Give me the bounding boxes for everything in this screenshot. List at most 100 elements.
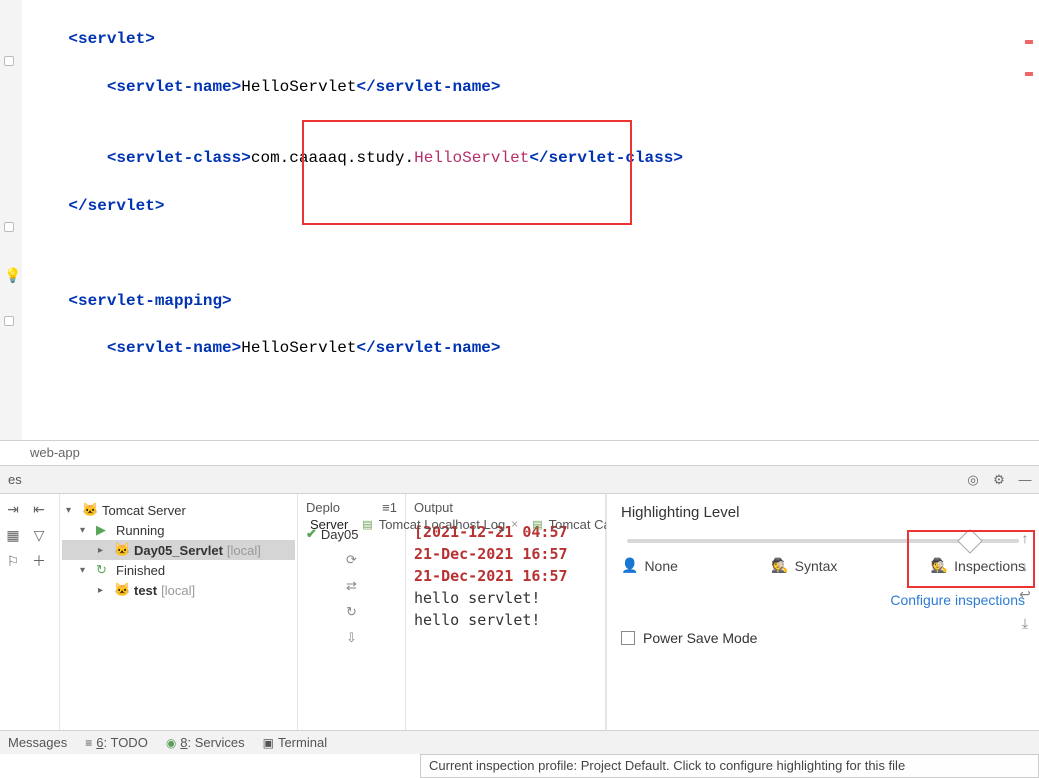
fold-icon[interactable]	[4, 56, 14, 66]
toolwindow-services[interactable]: ◉ 8: Services	[166, 735, 245, 750]
tab-label: Tomcat Localhost Log	[379, 517, 505, 532]
gear-icon[interactable]: ⚙	[991, 472, 1007, 488]
swap-icon[interactable]: ⇄	[346, 578, 357, 594]
deploy-icon[interactable]: ⇩	[346, 630, 357, 646]
highlighting-popup: Highlighting Level 👤 None 🕵 Syntax 🕵 Ins…	[606, 494, 1039, 732]
toolwindow-todo[interactable]: ≡ 6: TODO	[85, 735, 148, 750]
toolwindow-label: 8: Services	[180, 735, 244, 750]
refresh-icon: ↻	[96, 562, 112, 578]
tree-tomcat-server[interactable]: ▾ 🐱 Tomcat Server	[62, 500, 295, 520]
chevron-right-icon[interactable]: ▸	[98, 585, 110, 596]
close-icon[interactable]: ×	[511, 517, 518, 531]
code-line[interactable]: </servlet>	[30, 195, 1039, 219]
code-line[interactable]: <servlet-class>com.caaaaq.study.HelloSer…	[30, 147, 1039, 171]
tree-project[interactable]: ▸ 🐱 Day05_Servlet [local]	[62, 540, 295, 560]
log-icon: ▤	[362, 518, 372, 531]
code-line[interactable]	[30, 123, 1039, 147]
tomcat-icon: 🐱	[114, 582, 130, 598]
person-icon: 👤	[621, 557, 638, 574]
down-icon[interactable]: ↓	[1022, 558, 1029, 574]
grid-icon[interactable]: ▦	[4, 526, 22, 544]
console-line: hello servlet!	[414, 587, 597, 609]
wrap-icon[interactable]: ↩	[1019, 586, 1031, 603]
detective-icon: 🕵	[771, 557, 788, 574]
code-line[interactable]: <servlet-name>HelloServlet</servlet-name…	[30, 76, 1039, 100]
level-label: None	[644, 558, 677, 574]
highlighting-slider[interactable]	[627, 539, 1019, 543]
tab-localhost-log[interactable]: ▤ Tomcat Localhost Log ×	[362, 517, 518, 532]
console-line: 21-Dec-2021 16:57	[414, 543, 597, 565]
tree-finished[interactable]: ▾ ↻ Finished	[62, 560, 295, 580]
configure-inspections-link[interactable]: Configure inspections	[621, 592, 1025, 608]
update-icon[interactable]: ⟳	[346, 552, 357, 568]
error-mark[interactable]	[1025, 40, 1033, 44]
level-none[interactable]: 👤 None	[621, 557, 678, 574]
toolwindow-terminal[interactable]: ▣ Terminal	[263, 735, 327, 750]
expand-icon[interactable]: ⇥	[4, 500, 22, 518]
bulb-icon[interactable]: 💡	[4, 266, 18, 280]
run-icon: ▶	[96, 522, 112, 538]
checkbox-icon[interactable]	[621, 631, 635, 645]
breadcrumb[interactable]: web-app	[0, 440, 1039, 466]
chevron-down-icon[interactable]: ▾	[80, 565, 92, 576]
error-mark[interactable]	[1025, 72, 1033, 76]
list-icon: ≡	[85, 736, 92, 750]
toolwindow-bar: Messages ≡ 6: TODO ◉ 8: Services ▣ Termi…	[0, 730, 1039, 754]
tomcat-icon: 🐱	[114, 542, 130, 558]
chevron-down-icon[interactable]: ▾	[66, 505, 78, 516]
fold-icon[interactable]	[4, 222, 14, 232]
editor-gutter: 💡	[0, 0, 22, 440]
bookmark-icon[interactable]: ⚐	[4, 552, 22, 570]
tree-label: Tomcat Server	[102, 503, 186, 518]
services-icon: ◉	[166, 736, 176, 750]
scroll-icon[interactable]: ⤓	[1022, 615, 1028, 632]
code-line[interactable]	[30, 171, 1039, 195]
minimize-icon[interactable]: —	[1017, 472, 1033, 488]
services-tree[interactable]: ▾ 🐱 Tomcat Server ▾ ▶ Running ▸ 🐱 Day05_…	[60, 494, 298, 732]
level-syntax[interactable]: 🕵 Syntax	[771, 557, 837, 574]
code-line[interactable]	[30, 314, 1039, 338]
checkbox-label: Power Save Mode	[643, 630, 757, 646]
filter-icon[interactable]: ▽	[30, 526, 48, 544]
fold-icon[interactable]	[4, 316, 14, 326]
tab-label: Server	[310, 517, 348, 532]
tree-label: Finished	[116, 563, 165, 578]
toolwindow-label: Terminal	[278, 735, 327, 750]
tree-suffix: [local]	[227, 543, 261, 558]
plus-icon[interactable]: ＋	[30, 552, 48, 570]
power-save-mode-checkbox[interactable]: Power Save Mode	[621, 630, 1025, 646]
panel-title: es	[6, 472, 22, 487]
code-line[interactable]	[30, 385, 1039, 409]
popup-title: Highlighting Level	[621, 504, 1025, 521]
code-line[interactable]	[30, 242, 1039, 266]
code-line[interactable]	[30, 361, 1039, 385]
reload-icon[interactable]: ↻	[346, 604, 357, 620]
chevron-right-icon[interactable]: ▸	[98, 545, 110, 556]
toolwindow-messages[interactable]: Messages	[8, 735, 67, 750]
output-side-toolbar: ↑ ↓ ↩ ⤓	[1011, 530, 1039, 632]
code-line[interactable]: <servlet-mapping>	[30, 290, 1039, 314]
error-stripe[interactable]	[1025, 30, 1035, 430]
code-line[interactable]	[30, 218, 1039, 242]
up-icon[interactable]: ↑	[1022, 530, 1029, 546]
toolwindow-label: Messages	[8, 735, 67, 750]
tree-label: Running	[116, 523, 164, 538]
tree-running[interactable]: ▾ ▶ Running	[62, 520, 295, 540]
status-tooltip: Current inspection profile: Project Defa…	[420, 754, 1039, 778]
collapse-icon[interactable]: ⇤	[30, 500, 48, 518]
chevron-down-icon[interactable]: ▾	[80, 525, 92, 536]
slider-thumb[interactable]	[957, 528, 982, 553]
tree-suffix: [local]	[161, 583, 195, 598]
services-panel-header: es ◎ ⚙ —	[0, 466, 1039, 494]
target-icon[interactable]: ◎	[965, 472, 981, 488]
code-line[interactable]: <servlet>	[30, 28, 1039, 52]
tree-test[interactable]: ▸ 🐱 test [local]	[62, 580, 295, 600]
breadcrumb-item[interactable]: web-app	[30, 445, 80, 460]
console-line: 21-Dec-2021 16:57	[414, 565, 597, 587]
code-editor[interactable]: 💡 <servlet> <servlet-name>HelloServlet</…	[0, 0, 1039, 440]
code-line[interactable]	[30, 52, 1039, 76]
code-line[interactable]	[30, 99, 1039, 123]
code-line[interactable]: <servlet-name>HelloServlet</servlet-name…	[30, 337, 1039, 361]
tab-server[interactable]: Server	[310, 517, 348, 532]
tree-label: test	[134, 583, 157, 598]
